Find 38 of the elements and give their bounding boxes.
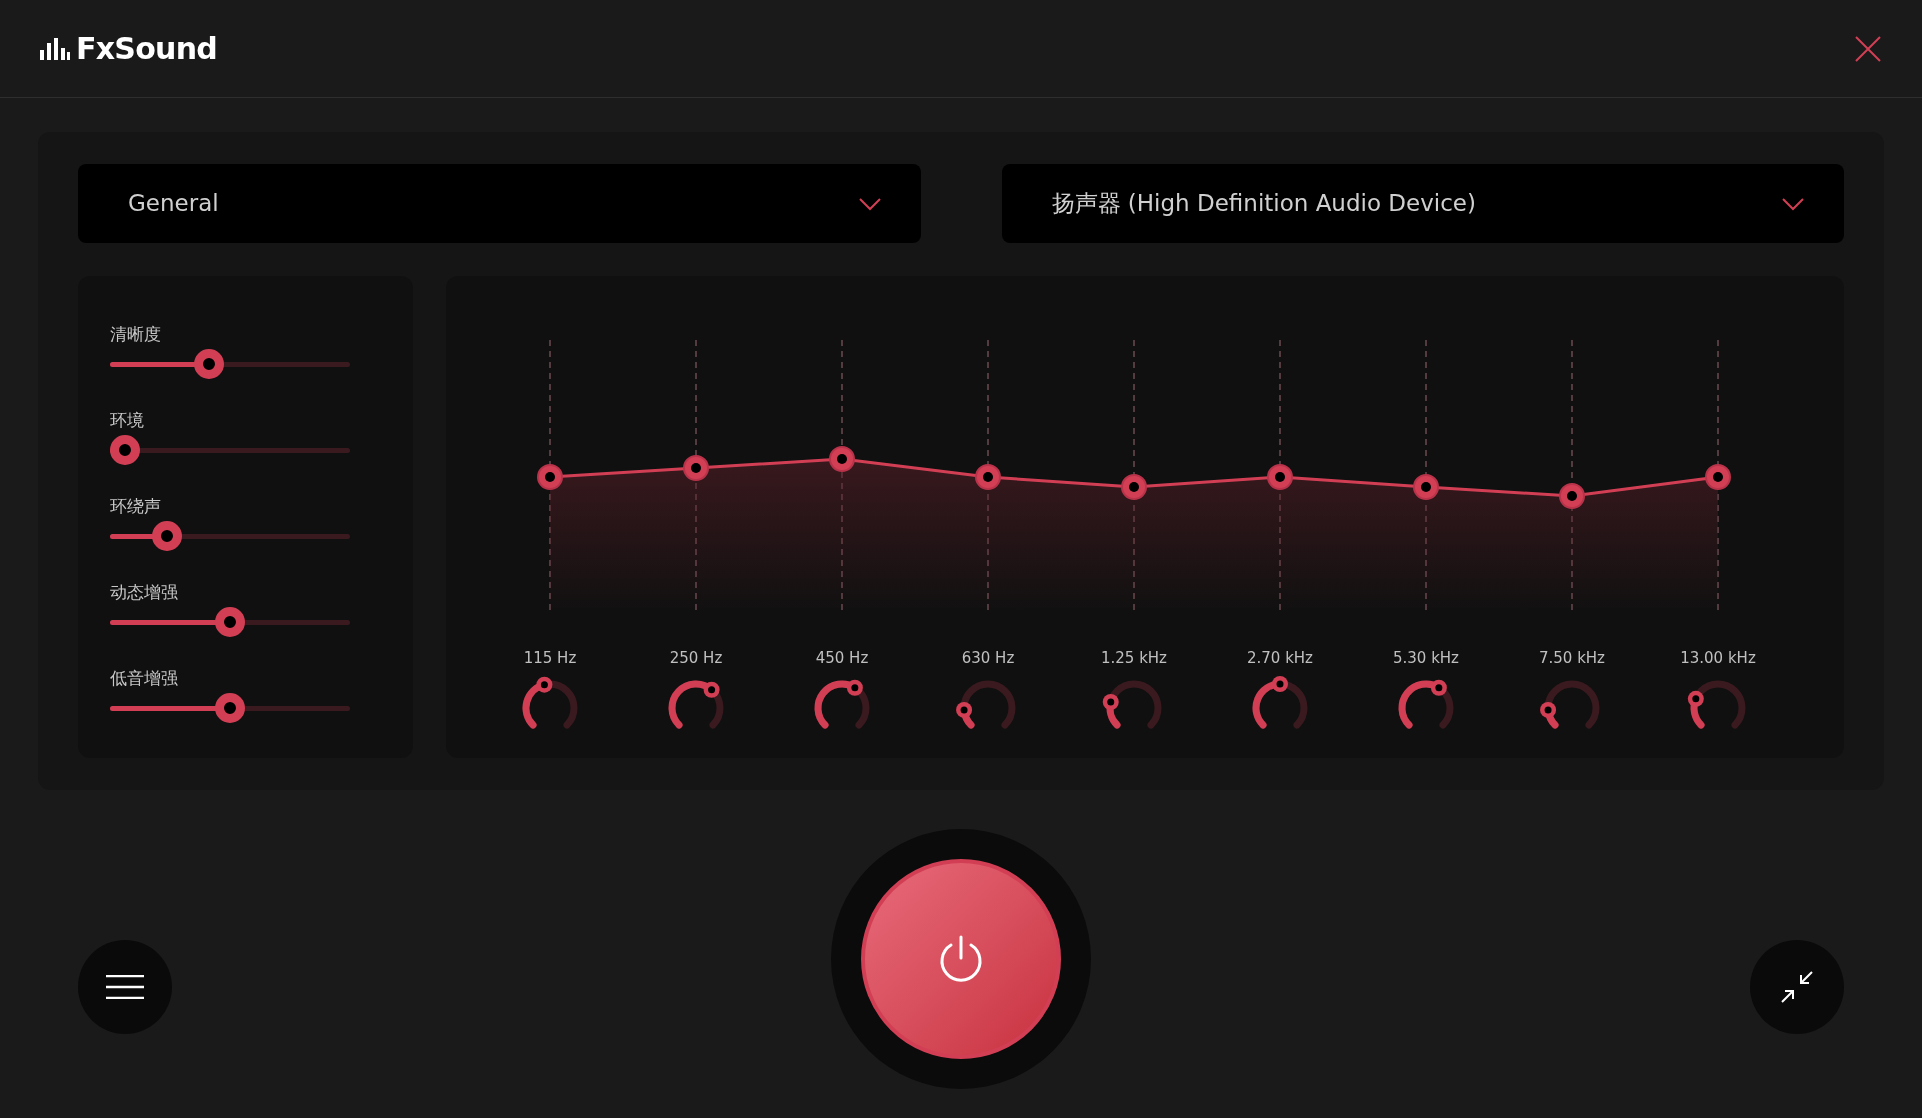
band-frequency: 2.70 kHz (1247, 648, 1313, 669)
band-frequency: 250 Hz (669, 648, 723, 669)
dropdown[interactable]: 扬声器 (High Definition Audio Device) (1001, 164, 1844, 243)
band-frequency: 7.50 kHz (1539, 648, 1605, 669)
effect-label: 低音增强 (110, 667, 178, 690)
eq-handle[interactable] (1413, 474, 1439, 500)
eq-handle[interactable] (829, 446, 855, 472)
logo-bars-icon (40, 37, 70, 60)
eq-handle[interactable] (1121, 474, 1147, 500)
eq-handle[interactable] (975, 464, 1001, 490)
power-icon (938, 934, 984, 984)
chevron-down-icon (1782, 196, 1804, 211)
eq-handle[interactable] (683, 455, 709, 481)
band-frequency: 630 Hz (961, 648, 1015, 669)
band-frequency: 5.30 kHz (1393, 648, 1459, 669)
eq-handle[interactable] (537, 464, 563, 490)
eq-handle[interactable] (1705, 464, 1731, 490)
slider-thumb[interactable] (215, 693, 245, 723)
effect-label: 清晰度 (110, 323, 161, 346)
eq-handle[interactable] (1559, 483, 1585, 509)
effect-label: 环境 (110, 409, 144, 432)
chevron-down-icon (858, 196, 881, 211)
menu-icon (106, 975, 144, 999)
dropdown[interactable]: General (78, 164, 921, 243)
effect-label: 环绕声 (110, 495, 161, 518)
band-frequency: 1.25 kHz (1101, 648, 1167, 669)
band-frequency: 115 Hz (523, 648, 577, 669)
slider-thumb[interactable] (215, 607, 245, 637)
effect-label: 动态增强 (110, 581, 178, 604)
slider-thumb[interactable] (110, 435, 140, 465)
slider-thumb[interactable] (152, 521, 182, 551)
eq-handle[interactable] (1267, 464, 1293, 490)
app-logo: FxSound (76, 30, 217, 68)
close-icon (1854, 34, 1882, 63)
slider-thumb[interactable] (194, 349, 224, 379)
band-frequency: 13.00 kHz (1680, 648, 1756, 669)
band-frequency: 450 Hz (815, 648, 869, 669)
collapse-arrows-icon (1779, 969, 1815, 1005)
